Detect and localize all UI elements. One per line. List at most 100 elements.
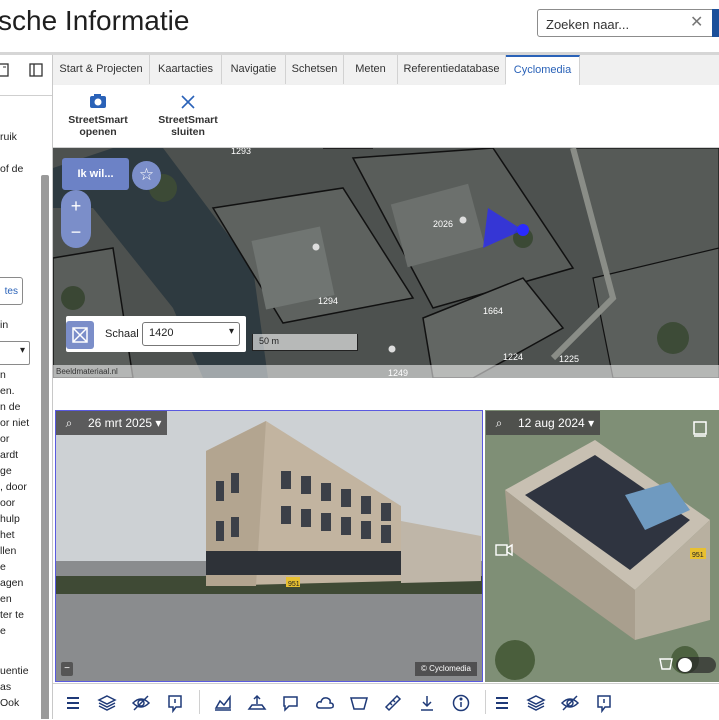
help-text-line: agen	[0, 577, 24, 589]
export-icon[interactable]	[247, 693, 267, 713]
view-toggle[interactable]	[659, 655, 717, 675]
help-text-line: hulp	[0, 513, 20, 525]
layers-icon[interactable]	[526, 693, 546, 713]
zoom-search-icon[interactable]: ⌕	[486, 411, 512, 435]
street-photo[interactable]: 951	[55, 410, 483, 682]
panel-button[interactable]: tes	[0, 277, 23, 305]
tab-kaartacties[interactable]: Kaartacties	[150, 55, 222, 84]
toolbar-separator	[199, 690, 200, 714]
panel-divider	[0, 95, 52, 96]
tab-bar: Start & Projecten Kaartacties Navigatie …	[53, 55, 719, 86]
visibility-off-icon[interactable]	[131, 693, 151, 713]
help-text-line: n	[0, 369, 6, 381]
help-text-line: llen	[0, 545, 17, 557]
collapse-button[interactable]: −	[61, 662, 73, 676]
report-icon[interactable]	[165, 693, 185, 713]
parcel-label: 1224	[503, 352, 523, 362]
ribbon: StreetSmart openen StreetSmart sluiten	[53, 85, 719, 148]
ik-wil-button[interactable]: Ik wil...	[62, 158, 129, 190]
cloud-icon[interactable]	[315, 693, 335, 713]
scale-select[interactable]: 1420 ▾	[142, 322, 240, 346]
layer-toggle-icon[interactable]	[66, 321, 94, 349]
panel-toggle-icons[interactable]	[0, 62, 52, 78]
scrollbar[interactable]	[41, 175, 49, 719]
download-icon[interactable]	[417, 693, 437, 713]
layers-icon[interactable]	[97, 693, 117, 713]
help-text-line: or niet	[0, 417, 30, 429]
search-box[interactable]: ✕	[537, 9, 717, 37]
help-text-line: e	[0, 561, 6, 573]
comment-icon[interactable]	[281, 693, 301, 713]
photo-date-select[interactable]: 26 mrt 2025 ▾	[82, 411, 168, 435]
clear-icon[interactable]: ✕	[690, 12, 703, 32]
app-title: sche Informatie	[0, 5, 190, 36]
scale-bar-label: 50 m	[259, 336, 280, 346]
oblique-imagery: 951	[485, 410, 719, 682]
tab-meten[interactable]: Meten	[344, 55, 398, 84]
help-text-line: ruik	[0, 131, 17, 143]
parcel-label: 1664	[483, 306, 503, 316]
menu-icon[interactable]	[63, 693, 83, 713]
street-imagery: 951	[56, 411, 482, 681]
parcel-label: 1294	[318, 296, 338, 306]
parcel-label: 2026	[433, 219, 453, 229]
zoom-in-button[interactable]: +	[61, 193, 91, 219]
help-text-line: ge	[0, 465, 12, 477]
help-text-line: ardt	[0, 449, 19, 461]
camera-icon	[90, 94, 106, 108]
chevron-down-icon: ▾	[228, 326, 234, 337]
tab-schetsen[interactable]: Schetsen	[286, 55, 344, 84]
help-text-line: of de	[0, 163, 24, 175]
close-label-line2: sluiten	[171, 126, 205, 138]
parcel-label: 1225	[559, 354, 579, 364]
marker-label: 951	[288, 581, 300, 588]
area-icon[interactable]	[349, 693, 369, 713]
help-text-line: en	[0, 593, 12, 605]
help-text-line: en.	[0, 385, 15, 397]
info-icon[interactable]	[451, 693, 471, 713]
tab-referentiedatabase[interactable]: Referentiedatabase	[398, 55, 506, 84]
tab-navigatie[interactable]: Navigatie	[222, 55, 286, 84]
square-view-icon[interactable]	[691, 420, 709, 443]
bottom-toolbar	[53, 683, 719, 720]
header-accent	[712, 9, 719, 37]
video-camera-icon[interactable]	[495, 543, 513, 557]
scale-bar: 50 m	[252, 334, 358, 351]
oblique-photo[interactable]: 951	[485, 410, 719, 682]
close-icon	[181, 95, 195, 109]
help-text-line: het	[0, 529, 15, 541]
zoom-out-button[interactable]: −	[61, 219, 91, 245]
chart-icon[interactable]	[213, 693, 233, 713]
help-text-line: or	[0, 433, 10, 445]
tab-start-projecten[interactable]: Start & Projecten	[53, 55, 150, 84]
help-text-line: oor	[0, 497, 16, 509]
chevron-down-icon: ▾	[19, 345, 25, 356]
ruler-icon[interactable]	[383, 693, 403, 713]
streetsmart-open-button[interactable]: StreetSmart openen	[63, 91, 133, 138]
favorite-star-icon[interactable]: ☆	[132, 161, 161, 190]
photo-credit: © Cyclomedia	[415, 662, 477, 676]
visibility-off-icon[interactable]	[560, 693, 580, 713]
help-text-line: , door	[0, 481, 27, 493]
streetsmart-close-button[interactable]: StreetSmart sluiten	[153, 91, 223, 138]
open-label-line1: StreetSmart	[68, 114, 128, 126]
report-icon[interactable]	[594, 693, 614, 713]
help-text-line: as	[0, 681, 12, 693]
close-label-line1: StreetSmart	[158, 114, 218, 126]
search-input[interactable]	[544, 13, 688, 35]
map-attribution: Beeldmateriaal.nl	[53, 365, 719, 378]
split-area	[53, 378, 719, 409]
photo-date-right: 12 aug 2024	[518, 416, 585, 430]
photo-date-select[interactable]: 12 aug 2024 ▾	[512, 411, 601, 435]
zoom-search-icon[interactable]: ⌕	[56, 411, 82, 435]
parcel-label: 1293	[231, 148, 251, 156]
scale-value: 1420	[149, 327, 174, 339]
tab-cyclomedia[interactable]: Cyclomedia	[506, 55, 580, 86]
scale-label: Schaal	[105, 328, 139, 340]
help-text-line: n de	[0, 401, 21, 413]
panel-select[interactable]: ▾	[0, 341, 30, 365]
scale-panel: Schaal 1420 ▾	[66, 316, 246, 352]
help-text-line: in	[0, 319, 9, 331]
help-text-line: e	[0, 625, 6, 637]
menu-icon[interactable]	[492, 693, 512, 713]
